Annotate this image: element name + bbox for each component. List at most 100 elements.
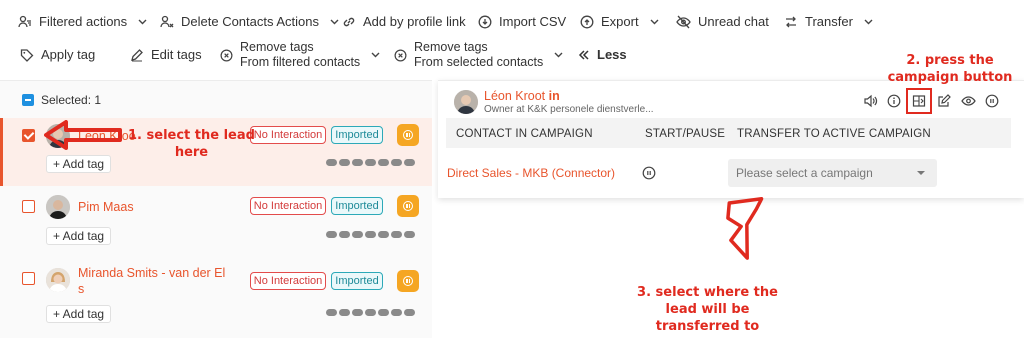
- contact-subtitle: Owner at K&K personele dienstverle...: [484, 104, 654, 115]
- remove-tags-filtered-button[interactable]: Remove tags From filtered contacts: [220, 40, 380, 70]
- activity-dots: [326, 159, 415, 166]
- campaign-select-placeholder: Please select a campaign: [736, 166, 873, 180]
- arrow-left-annotation-icon: [44, 120, 122, 150]
- pause-button[interactable]: [397, 195, 419, 217]
- pause-icon: [403, 130, 413, 140]
- activity-dots: [326, 231, 415, 238]
- annotation-step2-line1: 2. press the: [906, 53, 994, 68]
- annotation-step3: 3. select where the lead will be transfe…: [630, 284, 785, 335]
- avatar: [46, 195, 70, 219]
- link-icon: [343, 17, 355, 26]
- tag-icon: [20, 48, 34, 62]
- contact-name-text: Léon Kroot: [484, 89, 546, 103]
- transfer-button[interactable]: Transfer: [784, 14, 873, 29]
- annotation-step3-line1: 3. select where the: [637, 285, 778, 300]
- contact-name[interactable]: Léon Kroot in: [484, 89, 560, 103]
- pause-button[interactable]: [397, 124, 419, 146]
- export-label: Export: [601, 14, 639, 29]
- lead-name-line1: Miranda Smits - van der El: [78, 266, 226, 280]
- download-circle-icon: [478, 15, 492, 28]
- add-tag-button[interactable]: + Add tag: [46, 155, 112, 173]
- close-circle-icon: [220, 49, 233, 61]
- unread-chat-label: Unread chat: [698, 14, 769, 29]
- remove-tags-selected-line2: From selected contacts: [414, 55, 544, 69]
- less-button[interactable]: Less: [578, 47, 627, 62]
- annotation-step1-line1: 1. select the lead: [128, 128, 255, 143]
- annotation-step1-line2: here: [174, 145, 209, 160]
- apply-tag-label: Apply tag: [41, 47, 96, 62]
- chevron-down-icon: [371, 52, 380, 58]
- linkedin-icon[interactable]: in: [549, 89, 560, 103]
- annotation-step3-line3: transferred to: [655, 319, 760, 334]
- add-by-profile-link-button[interactable]: Add by profile link: [342, 14, 466, 29]
- lead-checkbox[interactable]: [22, 272, 35, 285]
- delete-contacts-actions-label: Delete Contacts Actions: [181, 14, 320, 29]
- remove-tags-filtered-line2: From filtered contacts: [240, 55, 361, 69]
- pause-circle-icon[interactable]: [641, 165, 657, 181]
- annotation-step2-line2: campaign button: [887, 70, 1013, 85]
- lead-name[interactable]: Pim Maas: [78, 199, 134, 215]
- remove-tags-selected-line1: Remove tags: [414, 40, 488, 54]
- lead-checkbox[interactable]: [22, 200, 35, 213]
- eye-off-icon: [676, 15, 691, 28]
- eye-icon[interactable]: [960, 93, 976, 109]
- remove-tags-selected-button[interactable]: Remove tags From selected contacts: [394, 40, 563, 70]
- pause-button[interactable]: [397, 270, 419, 292]
- import-csv-label: Import CSV: [499, 14, 567, 29]
- campaign-select[interactable]: Please select a campaign: [728, 159, 937, 187]
- column-header: START/PAUSE: [645, 128, 726, 140]
- remove-tags-filtered-text: Remove tags From filtered contacts: [240, 40, 360, 70]
- user-remove-icon: [160, 15, 174, 27]
- source-badge: Imported: [331, 272, 383, 290]
- toolbar: Filtered actions Delete Contacts Actions…: [0, 0, 1024, 78]
- avatar: [46, 268, 70, 292]
- select-all-checkbox[interactable]: [22, 94, 34, 106]
- remove-tags-selected-text: Remove tags From selected contacts: [414, 40, 543, 70]
- source-badge: Imported: [331, 126, 383, 144]
- less-label: Less: [597, 47, 627, 62]
- selection-summary: Selected: 1: [22, 93, 101, 107]
- remove-tags-filtered-line1: Remove tags: [240, 40, 314, 54]
- pause-icon: [403, 276, 413, 286]
- chevron-down-icon: [864, 19, 873, 24]
- status-badge: No Interaction: [250, 272, 326, 290]
- import-csv-button[interactable]: Import CSV: [478, 14, 566, 29]
- lead-checkbox[interactable]: [22, 129, 35, 142]
- chevron-down-icon: [330, 19, 339, 24]
- pencil-icon: [131, 48, 143, 61]
- lead-name-line2: s: [78, 282, 85, 296]
- add-tag-button[interactable]: + Add tag: [46, 227, 112, 245]
- edit-tags-label: Edit tags: [151, 47, 202, 62]
- annotation-step1: 1. select the lead here: [128, 127, 255, 161]
- upload-circle-icon: [580, 15, 594, 28]
- filter-user-icon: [18, 15, 31, 27]
- status-badge: No Interaction: [250, 197, 326, 215]
- edit-tags-button[interactable]: Edit tags: [130, 47, 202, 62]
- export-button[interactable]: Export: [580, 14, 659, 29]
- campaign-icon: [912, 95, 926, 107]
- avatar: [454, 90, 478, 114]
- selected-count: Selected: 1: [41, 93, 102, 107]
- chevron-down-icon: [138, 19, 147, 24]
- close-circle-icon: [394, 49, 407, 61]
- add-tag-button[interactable]: + Add tag: [46, 305, 112, 323]
- apply-tag-button[interactable]: Apply tag: [20, 47, 95, 62]
- pause-circle-icon[interactable]: [984, 93, 1000, 109]
- info-icon[interactable]: [886, 93, 902, 109]
- filtered-actions-label: Filtered actions: [39, 14, 128, 29]
- campaign-name[interactable]: Direct Sales - MKB (Connector): [447, 166, 615, 180]
- activity-dots: [326, 309, 415, 316]
- sound-icon[interactable]: [862, 93, 878, 109]
- pause-icon: [403, 201, 413, 211]
- edit-icon[interactable]: [936, 93, 952, 109]
- filtered-actions-button[interactable]: Filtered actions: [18, 14, 147, 29]
- status-badge: No Interaction: [250, 126, 326, 144]
- delete-contacts-actions-button[interactable]: Delete Contacts Actions: [160, 14, 339, 29]
- campaign-button[interactable]: [906, 88, 932, 114]
- lead-name[interactable]: Miranda Smits - van der El s: [78, 265, 225, 297]
- arrow-up-annotation-icon: [726, 197, 764, 260]
- add-by-profile-link-label: Add by profile link: [363, 14, 466, 29]
- chevron-down-icon: [554, 52, 563, 58]
- unread-chat-button[interactable]: Unread chat: [676, 14, 769, 29]
- chevron-down-icon: [650, 19, 659, 24]
